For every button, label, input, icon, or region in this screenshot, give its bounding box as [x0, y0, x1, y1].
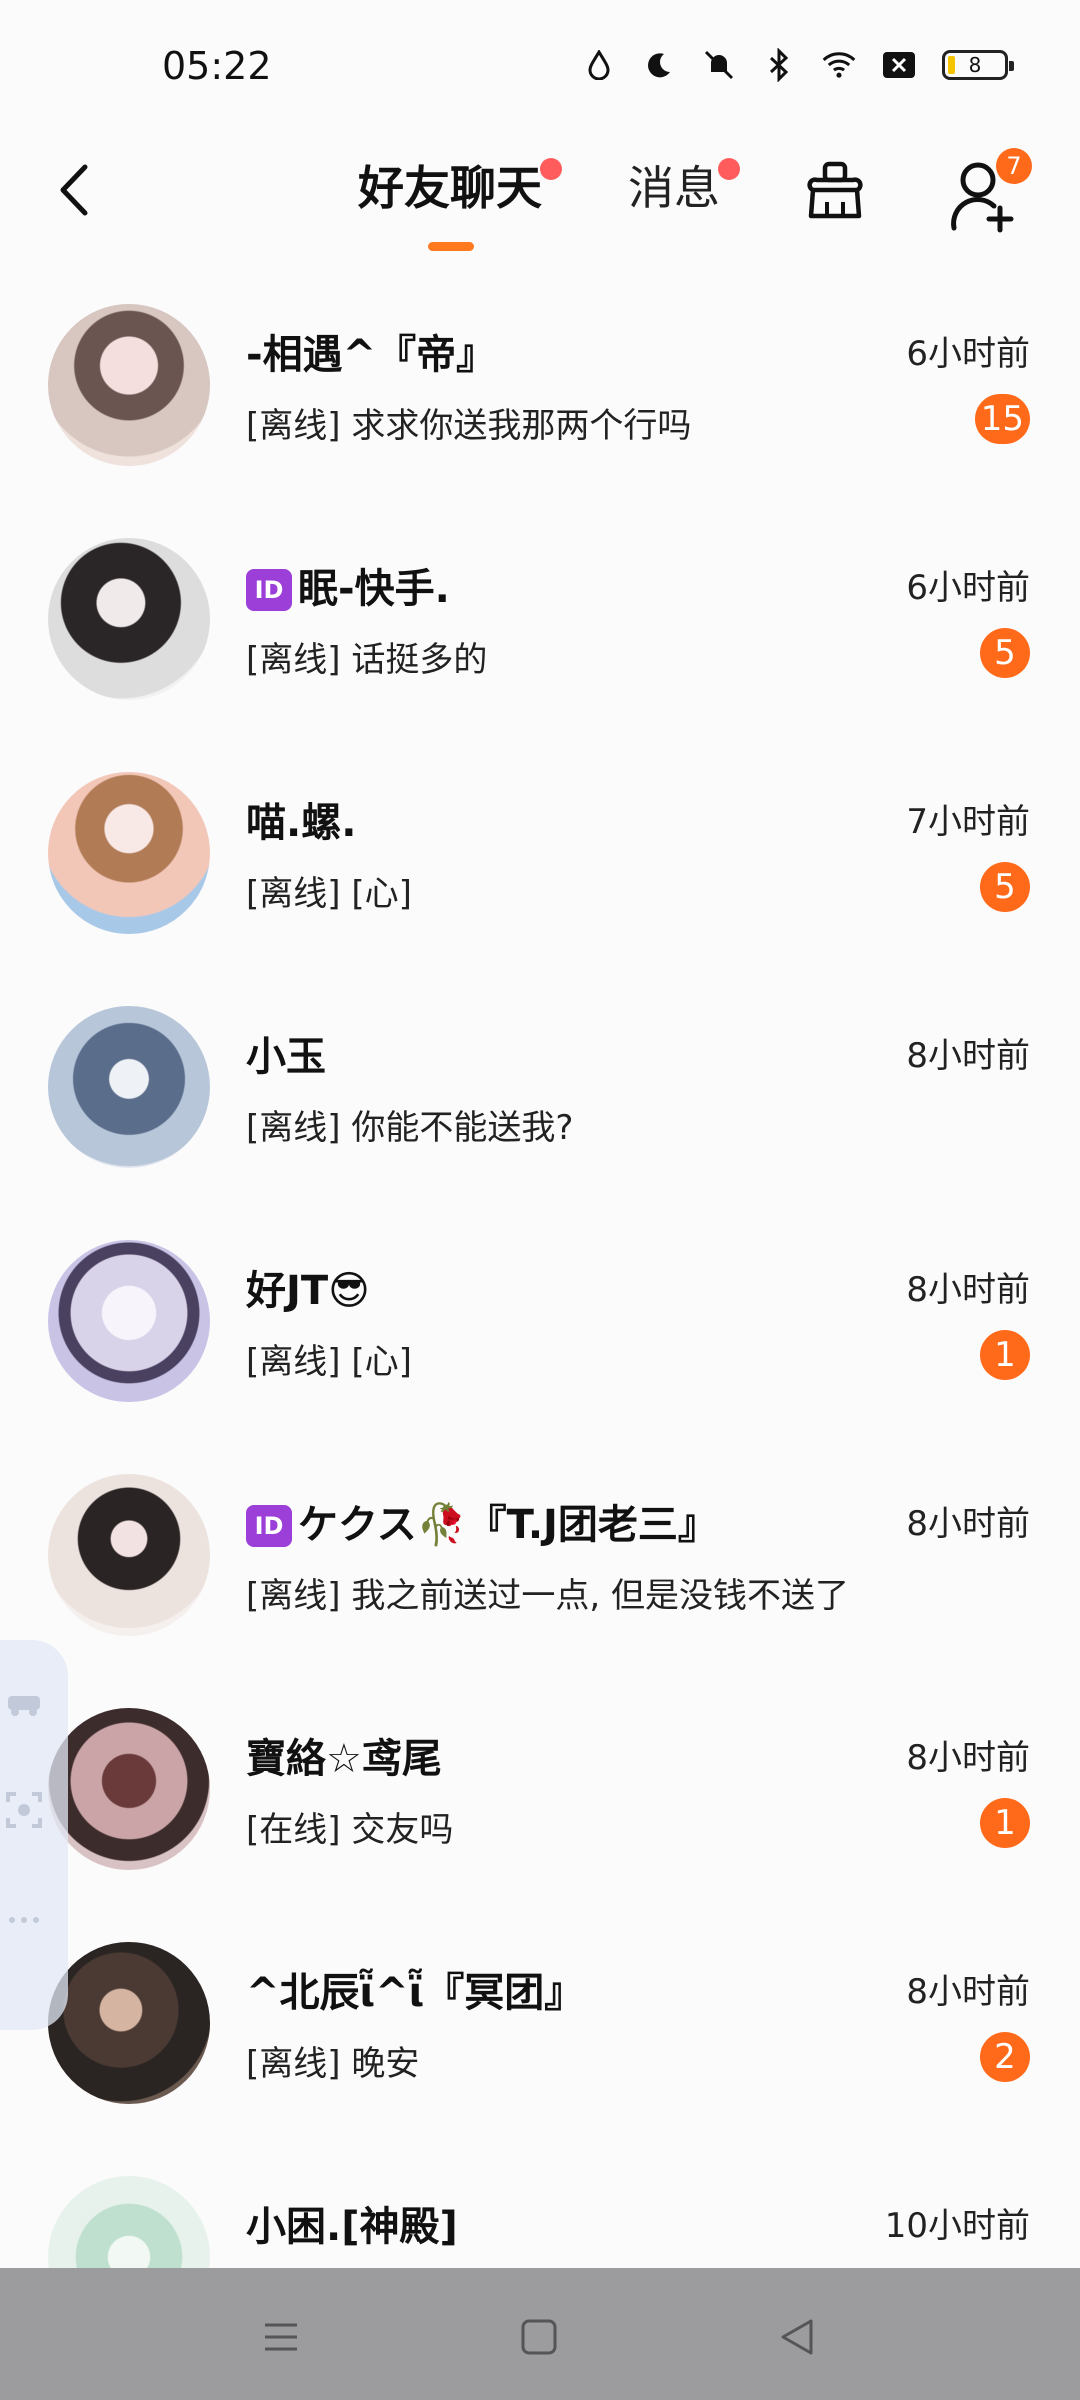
contact-name: -相遇^『帝』	[246, 332, 497, 378]
avatar[interactable]	[48, 772, 210, 934]
tab-messages-dot	[718, 158, 740, 180]
active-tab-indicator	[428, 242, 474, 251]
last-time: 7小时前	[906, 802, 1030, 842]
car-icon[interactable]	[4, 1680, 44, 1720]
last-time: 8小时前	[906, 1504, 1030, 1544]
chat-item[interactable]: 好JT😎 8小时前 [离线] [心] 1	[0, 1226, 1080, 1460]
contact-name: 小玉	[246, 1034, 326, 1080]
unread-badge: 1	[980, 1798, 1030, 1848]
avatar[interactable]	[48, 1942, 210, 2104]
home-button[interactable]	[514, 2312, 564, 2362]
last-message: [离线] [心]	[246, 1342, 412, 1382]
chat-item[interactable]: 寶絡☆鸢尾 8小时前 [在线] 交友吗 1	[0, 1694, 1080, 1928]
unread-badge: 1	[980, 1330, 1030, 1380]
chat-item[interactable]: 喵.螺. 7小时前 [离线] [心] 5	[0, 758, 1080, 992]
last-time: 6小时前	[906, 568, 1030, 608]
mute-icon	[702, 48, 736, 82]
header: 好友聊天 消息 7	[0, 130, 1080, 260]
tab-friend-chat-label: 好友聊天	[358, 161, 542, 215]
status-bar: 05:22 8	[0, 0, 1080, 130]
tab-messages-label: 消息	[628, 161, 720, 215]
contact-name: ID ケクス🥀『T.J团老三』	[246, 1492, 718, 1550]
last-message: [离线] 晚安	[246, 2044, 420, 2084]
add-friend-button[interactable]: 7	[948, 148, 1032, 234]
back-nav-button[interactable]	[772, 2312, 822, 2362]
last-message: [离线] 我之前送过一点, 但是没钱不送了	[246, 1576, 849, 1616]
contact-name: 小困.[神殿]	[246, 2204, 458, 2250]
clear-unread-button[interactable]	[800, 150, 870, 230]
contact-name-text: 眠-快手.	[298, 566, 450, 612]
back-button[interactable]	[44, 150, 104, 230]
menu-icon	[265, 2323, 297, 2351]
tab-friend-chat[interactable]: 好友聊天	[358, 152, 562, 218]
system-nav-bar	[0, 2268, 1080, 2400]
battery-icon: 8	[942, 50, 1014, 80]
avatar[interactable]	[48, 1474, 210, 1636]
sim-off-icon	[882, 48, 916, 82]
last-time: 8小时前	[906, 1738, 1030, 1778]
last-time: 6小时前	[906, 334, 1030, 374]
triangle-back-icon	[781, 2319, 813, 2355]
chat-item[interactable]: -相遇^『帝』 6小时前 [离线] 求求你送我那两个行吗 15	[0, 290, 1080, 524]
recent-apps-button[interactable]	[256, 2312, 306, 2362]
contact-name: 好JT😎	[246, 1268, 370, 1314]
chevron-left-icon	[60, 164, 88, 216]
contact-name: 寶絡☆鸢尾	[246, 1736, 442, 1782]
more-icon[interactable]	[4, 1900, 44, 1940]
chat-item[interactable]: ID 眠-快手. 6小时前 [离线] 话挺多的 5	[0, 524, 1080, 758]
tab-messages[interactable]: 消息	[628, 152, 740, 218]
bluetooth-icon	[762, 48, 796, 82]
avatar[interactable]	[48, 1708, 210, 1870]
id-badge: ID	[246, 569, 292, 611]
broom-icon	[807, 161, 863, 219]
last-message: [离线] 你能不能送我?	[246, 1108, 574, 1148]
avatar[interactable]	[48, 1006, 210, 1168]
avatar[interactable]	[48, 1240, 210, 1402]
unread-badge: 5	[980, 862, 1030, 912]
last-time: 8小时前	[906, 1972, 1030, 2012]
avatar[interactable]	[48, 538, 210, 700]
scan-icon[interactable]	[4, 1790, 44, 1830]
last-message: [离线] 话挺多的	[246, 640, 488, 680]
last-time: 8小时前	[906, 1036, 1030, 1076]
wifi-icon	[822, 48, 856, 82]
drop-icon	[582, 48, 616, 82]
chat-item[interactable]: ^北辰ῗ^ῗ『冥团』 8小时前 [离线] 晚安 2	[0, 1928, 1080, 2162]
chat-list[interactable]: -相遇^『帝』 6小时前 [离线] 求求你送我那两个行吗 15 ID 眠-快手. …	[0, 290, 1080, 2396]
contact-name: ^北辰ῗ^ῗ『冥团』	[246, 1970, 585, 2016]
unread-badge: 15	[974, 394, 1030, 444]
chat-item[interactable]: ID ケクス🥀『T.J团老三』 8小时前 [离线] 我之前送过一点, 但是没钱不送…	[0, 1460, 1080, 1694]
add-friend-badge: 7	[996, 148, 1032, 184]
chat-item[interactable]: 小玉 8小时前 [离线] 你能不能送我?	[0, 992, 1080, 1226]
unread-badge: 2	[980, 2032, 1030, 2082]
last-message: [离线] [心]	[246, 874, 412, 914]
square-icon	[521, 2319, 557, 2355]
moon-icon	[642, 48, 676, 82]
last-message: [在线] 交友吗	[246, 1810, 454, 1850]
last-message: [离线] 求求你送我那两个行吗	[246, 406, 692, 446]
contact-name: 喵.螺.	[246, 800, 357, 846]
contact-name-text: ケクス🥀『T.J团老三』	[298, 1502, 718, 1548]
last-time: 8小时前	[906, 1270, 1030, 1310]
contact-name: ID 眠-快手.	[246, 556, 450, 614]
id-badge: ID	[246, 1505, 292, 1547]
avatar[interactable]	[48, 304, 210, 466]
unread-badge: 5	[980, 628, 1030, 678]
status-time: 05:22	[162, 44, 272, 88]
floating-tool-panel[interactable]	[0, 1640, 68, 2030]
battery-level: 8	[968, 53, 982, 77]
status-icons: 8	[582, 48, 1014, 82]
tab-friend-chat-dot	[540, 158, 562, 180]
last-time: 10小时前	[884, 2206, 1030, 2246]
